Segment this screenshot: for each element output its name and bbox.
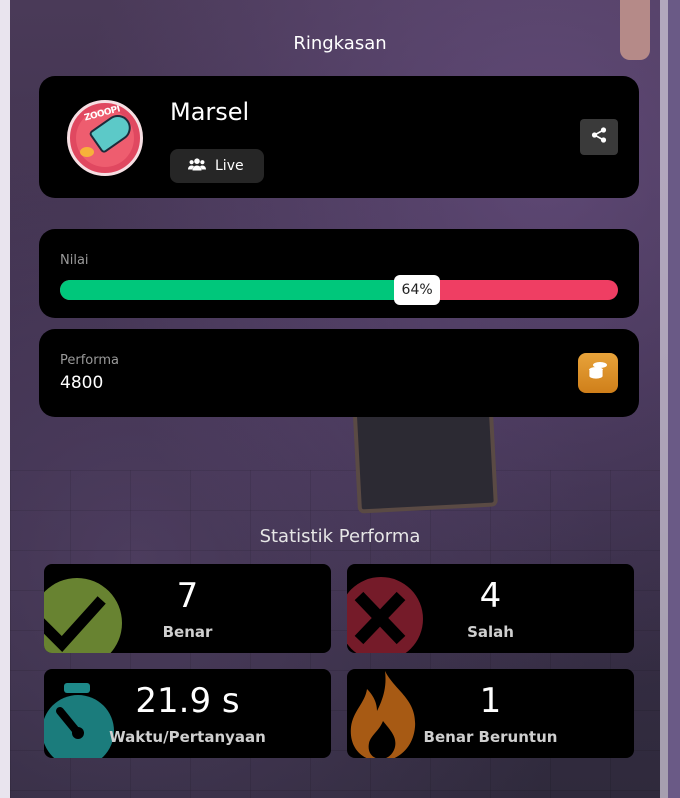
player-name: Marsel [170, 98, 250, 126]
stat-wrong-card: 4 Salah [347, 564, 634, 653]
game-mode-label: Live [215, 158, 244, 174]
summary-screen: Ringkasan ZOOOPI Marsel Live Nilai 64% P… [0, 0, 680, 798]
score-label: Nilai [60, 253, 89, 268]
share-icon [591, 127, 607, 147]
share-button[interactable] [580, 119, 618, 155]
coins-icon [587, 361, 609, 385]
stat-streak-card: 1 Benar Beruntun [347, 669, 634, 758]
stat-wrong-value: 4 [479, 576, 502, 616]
coins-button[interactable] [578, 353, 618, 393]
stat-time-card: 21.9 s Waktu/Pertanyaan [44, 669, 331, 758]
performance-card: Performa 4800 [39, 329, 639, 417]
stat-correct-value: 7 [176, 576, 199, 616]
game-mode-badge: Live [170, 149, 264, 183]
score-progress-fill [60, 280, 418, 300]
stat-streak-value: 1 [479, 681, 502, 721]
users-icon [188, 157, 206, 175]
performance-value: 4800 [60, 373, 104, 393]
avatar: ZOOOPI [67, 100, 143, 176]
page-title: Ringkasan [293, 33, 387, 54]
performance-label: Performa [60, 353, 119, 368]
score-percent-badge: 64% [394, 275, 441, 305]
stat-correct-card: 7 Benar [44, 564, 331, 653]
score-progress-bar [60, 280, 618, 300]
score-card: Nilai 64% [39, 229, 639, 318]
stat-wrong-label: Salah [467, 623, 514, 641]
stat-time-value: 21.9 s [135, 681, 240, 721]
rocket-flame-icon [80, 147, 94, 157]
stat-time-label: Waktu/Pertanyaan [109, 728, 266, 746]
stats-section-title: Statistik Performa [259, 526, 421, 547]
stat-streak-label: Benar Beruntun [423, 728, 558, 746]
stat-correct-label: Benar [162, 623, 213, 641]
profile-card: ZOOOPI Marsel Live [39, 76, 639, 198]
